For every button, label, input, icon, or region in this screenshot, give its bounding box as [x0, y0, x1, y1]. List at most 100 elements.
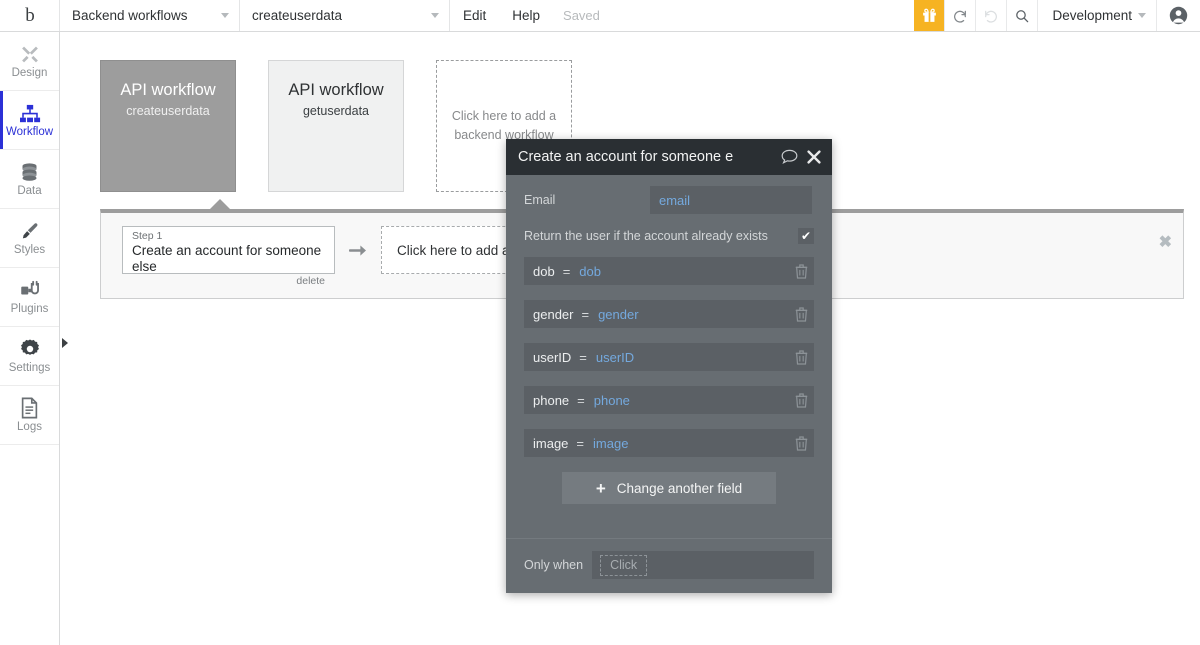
field-value[interactable]: phone: [594, 393, 795, 408]
sidebar-item-logs[interactable]: Logs: [0, 386, 59, 445]
save-status: Saved: [553, 0, 610, 31]
workflow-cards: API workflow createuserdata API workflow…: [100, 60, 572, 192]
field-value[interactable]: userID: [596, 350, 795, 365]
data-icon: [19, 161, 40, 183]
undo-icon[interactable]: [944, 0, 975, 31]
modal-body: Email email Return the user if the accou…: [506, 175, 832, 538]
avatar[interactable]: [1156, 0, 1200, 31]
field-key[interactable]: gender: [533, 307, 573, 322]
action-properties-modal: Create an account for someone e Email em…: [506, 139, 832, 593]
search-icon[interactable]: [1006, 0, 1037, 31]
return-user-label: Return the user if the account already e…: [524, 229, 768, 243]
step-number: Step 1: [132, 230, 163, 242]
step-delete-link[interactable]: delete: [132, 275, 325, 287]
trash-icon[interactable]: [795, 392, 808, 408]
field-equals: =: [577, 392, 585, 408]
change-another-field-button[interactable]: + Change another field: [562, 472, 776, 504]
email-label: Email: [524, 193, 556, 207]
edit-menu-label: Edit: [463, 8, 487, 23]
field-value[interactable]: dob: [579, 264, 795, 279]
plugins-icon: [19, 279, 41, 301]
workflow-icon: [19, 102, 41, 124]
field-change-row: userID = userID: [524, 343, 814, 371]
environment-label: Development: [1052, 8, 1132, 23]
close-icon[interactable]: ✖: [1159, 235, 1172, 251]
environment-select[interactable]: Development: [1037, 0, 1156, 31]
left-sidebar: Design Workflow Data Styles Plugins Sett…: [0, 32, 68, 645]
field-equals: =: [579, 349, 587, 365]
sidebar-item-styles[interactable]: Styles: [0, 209, 59, 268]
arrow-right-icon: [347, 243, 369, 258]
only-when-placeholder: Click: [600, 554, 648, 576]
change-another-field-label: Change another field: [616, 480, 743, 496]
field-value[interactable]: gender: [598, 307, 795, 322]
close-icon[interactable]: [807, 150, 821, 164]
design-icon: [19, 43, 41, 65]
return-user-row: Return the user if the account already e…: [524, 220, 814, 252]
email-row: Email email: [524, 185, 814, 215]
sidebar-item-plugins[interactable]: Plugins: [0, 268, 59, 327]
sidebar-item-workflow[interactable]: Workflow: [0, 91, 59, 150]
sidebar-item-label: Workflow: [5, 125, 54, 138]
add-field-button-wrap: + Change another field: [524, 472, 814, 504]
trash-icon[interactable]: [795, 349, 808, 365]
return-user-checkbox[interactable]: ✔: [798, 228, 814, 244]
sidebar-item-settings[interactable]: Settings: [0, 327, 59, 386]
field-change-row: phone = phone: [524, 386, 814, 414]
workflow-card-name: createuserdata: [126, 104, 210, 119]
field-key[interactable]: userID: [533, 350, 571, 365]
gear-icon: [19, 338, 41, 360]
modal-header[interactable]: Create an account for someone e: [506, 139, 832, 175]
field-equals: =: [581, 306, 590, 322]
field-change-row: gender = gender: [524, 300, 814, 328]
chevron-down-icon: [1138, 13, 1146, 18]
sidebar-item-design[interactable]: Design: [0, 32, 59, 91]
comment-bubble-icon[interactable]: [781, 149, 798, 165]
gift-icon[interactable]: [914, 0, 945, 31]
bubble-logo[interactable]: b: [0, 0, 60, 31]
only-when-label: Only when: [524, 558, 584, 572]
panel-notch: [209, 199, 231, 210]
sidebar-item-label: Plugins: [10, 302, 49, 315]
chevron-right-icon[interactable]: [62, 338, 68, 348]
workflow-card-type: API workflow: [120, 81, 216, 99]
field-key[interactable]: dob: [533, 264, 555, 279]
field-change-row: dob = dob: [524, 257, 814, 285]
section-select[interactable]: Backend workflows: [60, 0, 240, 31]
logs-document-icon: [20, 397, 39, 419]
workflow-select[interactable]: createuserdata: [240, 0, 450, 31]
chevron-down-icon: [221, 13, 229, 18]
sidebar-item-label: Logs: [17, 420, 42, 433]
plus-icon: +: [595, 478, 606, 498]
trash-icon[interactable]: [795, 306, 808, 322]
top-bar: b Backend workflows createuserdata Edit …: [0, 0, 1200, 32]
workflow-card-createuserdata[interactable]: API workflow createuserdata: [100, 60, 236, 192]
workflow-card-type: API workflow: [288, 81, 384, 99]
field-equals: =: [562, 263, 571, 279]
chevron-down-icon: [431, 13, 439, 18]
trash-icon[interactable]: [795, 435, 808, 451]
help-menu-label: Help: [512, 8, 541, 23]
field-value[interactable]: image: [593, 436, 795, 451]
only-when-field[interactable]: Click: [592, 551, 814, 579]
help-menu[interactable]: Help: [499, 0, 553, 31]
sidebar-item-label: Settings: [8, 361, 51, 374]
field-key[interactable]: image: [533, 436, 568, 451]
styles-brush-icon: [19, 220, 40, 242]
field-key[interactable]: phone: [533, 393, 569, 408]
workflow-card-getuserdata[interactable]: API workflow getuserdata: [268, 60, 404, 192]
workflow-card-name: getuserdata: [302, 104, 370, 119]
sidebar-item-label: Data: [17, 184, 42, 197]
modal-title: Create an account for someone e: [518, 149, 734, 165]
trash-icon[interactable]: [795, 263, 808, 279]
step-name: Create an account for someone else: [132, 243, 322, 274]
edit-menu[interactable]: Edit: [450, 0, 499, 31]
email-field[interactable]: email: [650, 186, 812, 214]
redo-icon: [975, 0, 1006, 31]
step-1-card[interactable]: Step 1 Create an account for someone els…: [122, 226, 335, 287]
field-changes-list: dob = dob gender = gender userID = userI…: [524, 257, 814, 457]
workflow-select-label: createuserdata: [252, 8, 343, 23]
save-status-label: Saved: [563, 8, 600, 23]
sidebar-item-data[interactable]: Data: [0, 150, 59, 209]
